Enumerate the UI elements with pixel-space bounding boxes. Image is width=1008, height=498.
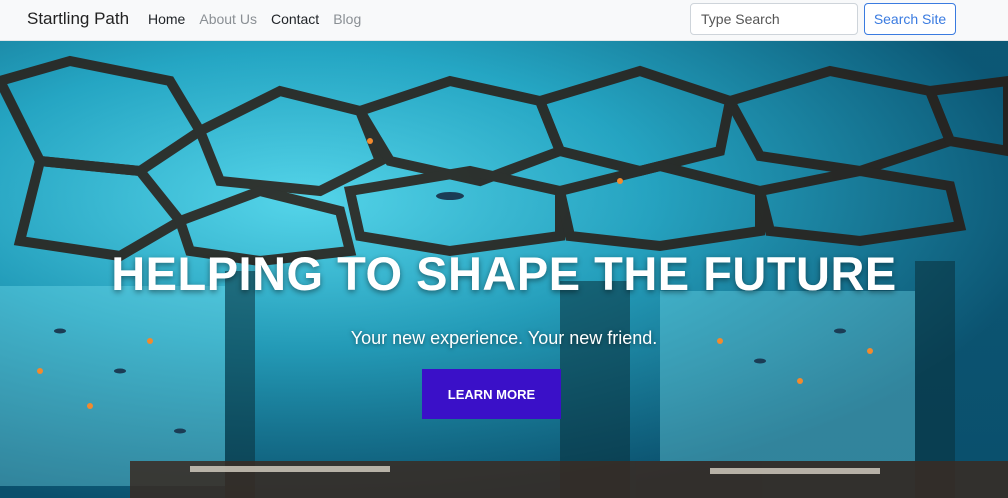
navbar: Startling Path Home About Us Contact Blo… [0,0,1008,41]
nav-link-home[interactable]: Home [148,11,185,27]
hero-banner: HELPING TO SHAPE THE FUTURE Your new exp… [0,41,1008,498]
nav-link-contact[interactable]: Contact [271,11,319,27]
learn-more-button[interactable]: LEARN MORE [422,369,561,419]
nav-links: Home About Us Contact Blog [148,11,361,27]
search-site-button[interactable]: Search Site [864,3,956,35]
nav-link-blog[interactable]: Blog [333,11,361,27]
search-input[interactable] [690,3,858,35]
hero-subtitle: Your new experience. Your new friend. [350,328,658,348]
hero-title: HELPING TO SHAPE THE FUTURE [111,247,897,300]
brand-logo-text[interactable]: Startling Path [27,9,129,29]
nav-link-about-us[interactable]: About Us [199,11,257,27]
